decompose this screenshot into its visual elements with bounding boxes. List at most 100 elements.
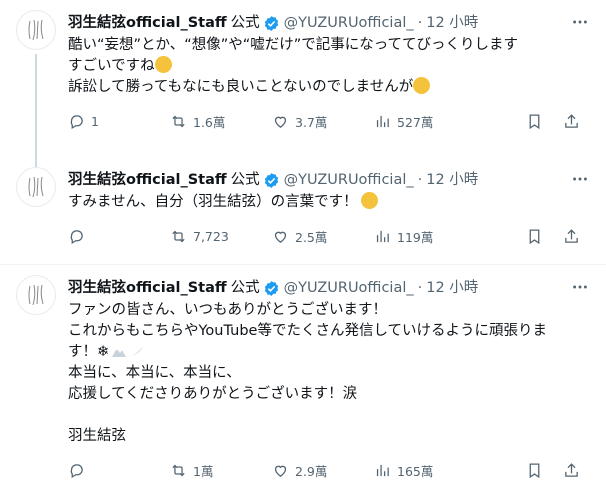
share-button[interactable] xyxy=(563,113,586,130)
more-dots-icon xyxy=(573,20,587,24)
smiling-face-emoji-icon xyxy=(413,77,431,94)
views-button[interactable]: 165萬 xyxy=(374,461,476,480)
tweet[interactable]: 羽生結弦official_Staff 公式 @YUZURUofficial_ ·… xyxy=(0,157,606,265)
tweet-gutter xyxy=(16,167,56,264)
reply-button[interactable]: 1 xyxy=(68,113,170,130)
tweet[interactable]: 羽生結弦official_Staff 公式 @YUZURUofficial_ ·… xyxy=(0,265,606,489)
avatar[interactable] xyxy=(16,10,56,50)
retweet-button[interactable]: 7,723 xyxy=(170,228,272,245)
thread-line xyxy=(35,54,37,167)
like-count: 3.7萬 xyxy=(295,114,328,130)
slightly-smiling-face-emoji-icon xyxy=(360,192,378,209)
author-handle[interactable]: @YUZURUofficial_ xyxy=(284,278,414,298)
tweet-time[interactable]: 12 小時 xyxy=(426,170,478,190)
tweet-actions: 1 1.6萬 3.7萬 527萬 xyxy=(68,102,590,140)
retweet-icon xyxy=(172,230,185,242)
official-label: 公式 xyxy=(230,172,260,188)
tweet-line: 羽生結弦 xyxy=(68,428,126,444)
author-name[interactable]: 羽生結弦official_Staff xyxy=(68,278,227,298)
tweet-line: すみません、自分（羽生結弦）の言葉です！ xyxy=(68,194,358,210)
tweet-line: ファンの皆さん、いつもありがとうございます！ xyxy=(68,302,387,318)
logo-icon xyxy=(28,19,44,41)
bookmark-button[interactable] xyxy=(526,462,549,479)
separator-dot: · xyxy=(417,280,423,296)
retweet-count: 1萬 xyxy=(193,463,214,479)
like-count: 2.9萬 xyxy=(295,463,328,479)
verified-badge-icon xyxy=(263,280,280,297)
tweet-time[interactable]: 12 小時 xyxy=(426,278,478,298)
avatar[interactable] xyxy=(16,275,56,315)
retweet-count: 1.6萬 xyxy=(193,114,226,130)
retweet-count: 7,723 xyxy=(193,228,229,244)
tweet-text: すみません、自分（羽生結弦）の言葉です！ xyxy=(68,192,590,213)
tweet-line: すごいですね xyxy=(68,58,155,74)
tweet-header: 羽生結弦official_Staff 公式 @YUZURUofficial_ ·… xyxy=(68,170,590,190)
separator-dot: · xyxy=(417,172,423,188)
author-handle[interactable]: @YUZURUofficial_ xyxy=(284,13,414,33)
views-button[interactable]: 527萬 xyxy=(374,112,476,131)
share-button[interactable] xyxy=(563,228,586,245)
views-chart-icon xyxy=(376,115,389,127)
timeline: 羽生結弦official_Staff 公式 @YUZURUofficial_ ·… xyxy=(0,0,606,479)
reply-icon xyxy=(70,114,83,129)
more-options-button[interactable] xyxy=(570,169,590,189)
tweet-header: 羽生結弦official_Staff 公式 @YUZURUofficial_ ·… xyxy=(68,13,590,33)
like-button[interactable]: 2.9萬 xyxy=(272,461,374,480)
tweet[interactable]: 羽生結弦official_Staff 公式 @YUZURUofficial_ ·… xyxy=(0,0,606,167)
heart-icon xyxy=(274,116,287,128)
tweet-gutter xyxy=(16,10,56,167)
more-options-button[interactable] xyxy=(570,277,590,297)
tweet-gutter xyxy=(16,275,56,489)
tweet-text: ファンの皆さん、いつもありがとうございます！ これからもこちらやYouTube等… xyxy=(68,300,590,447)
avatar[interactable] xyxy=(16,167,56,207)
more-options-button[interactable] xyxy=(570,12,590,32)
retweet-button[interactable]: 1.6萬 xyxy=(170,112,272,131)
more-dots-icon xyxy=(573,285,587,289)
verified-badge-icon xyxy=(263,15,280,32)
bookmark-icon xyxy=(529,462,540,478)
reply-count: 1 xyxy=(91,113,99,129)
bookmark-icon xyxy=(529,228,540,244)
share-icon xyxy=(565,462,578,477)
reply-button[interactable] xyxy=(68,228,170,245)
views-chart-icon xyxy=(376,464,389,476)
like-button[interactable]: 3.7萬 xyxy=(272,112,374,131)
bookmark-button[interactable] xyxy=(526,228,549,245)
tweet-line: す！❄ xyxy=(68,344,110,360)
tweet-line: これからもこちらやYouTube等でたくさん発信していけるように頑張りま xyxy=(68,323,548,339)
views-chart-icon xyxy=(376,230,389,242)
like-button[interactable]: 2.5萬 xyxy=(272,227,374,246)
mountain-emoji-icon xyxy=(111,344,127,358)
heart-icon xyxy=(274,465,287,477)
verified-badge-icon xyxy=(263,172,280,189)
share-icon xyxy=(565,228,578,243)
author-name[interactable]: 羽生結弦official_Staff xyxy=(68,13,227,33)
reply-button[interactable] xyxy=(68,462,170,479)
tweet-actions: 1萬 2.9萬 165萬 xyxy=(68,451,590,489)
tweet-line: 本当に、本当に、本当に、 xyxy=(68,365,241,381)
tweet-line: 訴訟して勝ってもなにも良いことないのでしませんが xyxy=(68,79,414,95)
view-count: 527萬 xyxy=(397,114,434,130)
tweet-text: 酷い“妄想”とか、“想像”や“嘘だけ”で記事になっててびっくりします すごいです… xyxy=(68,35,590,98)
bookmark-button[interactable] xyxy=(526,113,549,130)
tweet-line: 応援してくださりありがとうございます！涙 xyxy=(68,386,358,402)
view-count: 119萬 xyxy=(397,229,434,245)
logo-icon xyxy=(28,284,44,306)
author-name[interactable]: 羽生結弦official_Staff xyxy=(68,170,227,190)
separator-dot: · xyxy=(417,15,423,31)
retweet-button[interactable]: 1萬 xyxy=(170,461,272,480)
share-button[interactable] xyxy=(563,462,586,479)
reply-icon xyxy=(70,463,83,478)
like-count: 2.5萬 xyxy=(295,229,328,245)
more-dots-icon xyxy=(573,177,587,181)
tweet-line: 酷い“妄想”とか、“想像”や“嘘だけ”で記事になっててびっくりします xyxy=(68,37,519,53)
tweet-time[interactable]: 12 小時 xyxy=(426,13,478,33)
views-button[interactable]: 119萬 xyxy=(374,227,476,246)
share-icon xyxy=(565,113,578,128)
bookmark-icon xyxy=(529,113,540,129)
reply-icon xyxy=(70,229,83,244)
view-count: 165萬 xyxy=(397,463,434,479)
tweet-header: 羽生結弦official_Staff 公式 @YUZURUofficial_ ·… xyxy=(68,278,590,298)
author-handle[interactable]: @YUZURUofficial_ xyxy=(284,170,414,190)
official-label: 公式 xyxy=(230,15,260,31)
